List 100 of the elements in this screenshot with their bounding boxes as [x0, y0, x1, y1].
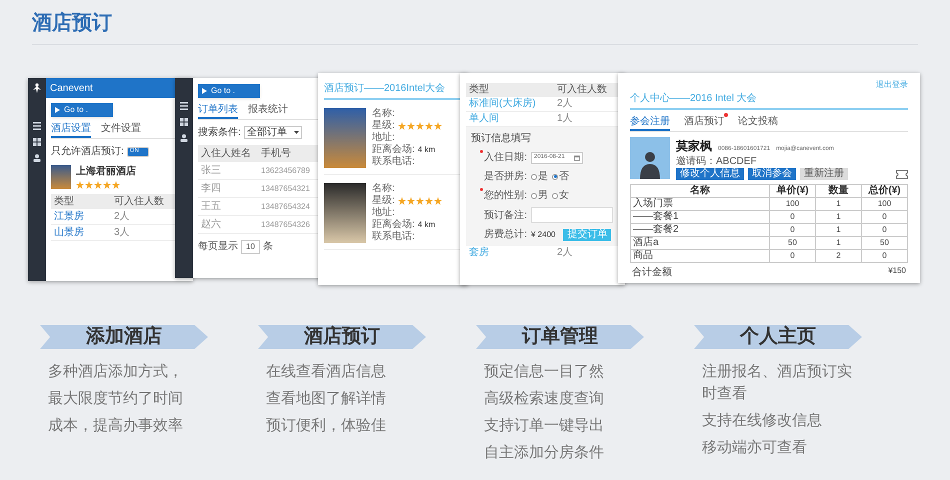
section-banner: 酒店预订	[258, 325, 426, 349]
table-cell: 酒店a	[631, 237, 770, 250]
field-label: 名称:	[372, 183, 395, 195]
play-icon	[55, 107, 60, 113]
table-cell: 0	[770, 250, 816, 263]
radio-option[interactable]: 是	[531, 169, 548, 184]
setting-label: 只允许酒店预订:	[51, 144, 124, 159]
action-button[interactable]: 取消参会	[748, 168, 796, 180]
tab[interactable]: 参会注册	[630, 115, 670, 131]
table-cell: 江景房	[51, 209, 111, 225]
feature-text: 移动端亦可查看	[702, 438, 808, 458]
table-cell: 赵六	[198, 216, 258, 234]
required-icon	[480, 150, 484, 153]
tab[interactable]: 酒店设置	[51, 122, 91, 138]
feature-text: 预定信息一目了然	[484, 362, 605, 382]
feature-text: 多种酒店添加方式，	[48, 362, 184, 382]
page-title: 酒店预订	[32, 10, 112, 36]
table-header: 类型	[51, 194, 111, 209]
field-label: 地址:	[372, 132, 395, 144]
table-cell: 1	[816, 198, 862, 211]
table-cell: 0	[770, 211, 816, 224]
goto-button[interactable]: Go to .	[51, 103, 113, 117]
table-cell-text: 2人	[556, 246, 574, 260]
feature-text: 注册报名、酒店预订实时查看	[702, 362, 853, 404]
field-label: 名称:	[372, 108, 395, 120]
table-cell: 张三	[198, 162, 258, 180]
table-header: 类型	[466, 83, 554, 97]
field-label: 联系电话:	[372, 156, 415, 168]
pager-unit: 条	[262, 240, 273, 254]
table-header: 可入住人数	[554, 83, 619, 97]
required-icon	[480, 188, 484, 191]
feature-text: 成本，提高办事效率	[48, 416, 184, 436]
field-label: 地址:	[372, 207, 395, 218]
feature-text: 查看地图了解详情	[266, 389, 387, 409]
table-header: 入住人姓名	[198, 145, 258, 162]
table-cell: 100	[770, 198, 816, 211]
section-title: 个人中心——2016 Intel 大会	[630, 91, 908, 110]
field-label: 入住日期:	[484, 150, 527, 165]
person-silhouette-icon	[639, 149, 661, 179]
feature-text: 在线查看酒店信息	[266, 362, 387, 382]
radio-option[interactable]: 否	[552, 169, 569, 184]
textarea-field[interactable]	[531, 207, 613, 223]
table-cell: 100	[862, 198, 908, 211]
table-cell: ——套餐2	[631, 224, 770, 237]
tab[interactable]: 酒店预订	[684, 115, 724, 131]
caret-icon	[294, 131, 299, 134]
photo-placeholder	[324, 183, 366, 243]
field-label: 房费总计:	[484, 228, 527, 242]
table-cell: 1	[816, 237, 862, 250]
table-cell: ——套餐1	[631, 211, 770, 224]
total-label: 合计金额	[632, 266, 672, 280]
table-cell: 50	[770, 237, 816, 250]
table-header: 名称	[631, 185, 770, 198]
table-cell: 标准间(大床房)	[466, 97, 554, 112]
dropdown[interactable]: 全部订单	[244, 126, 302, 139]
table-cell: 1	[816, 211, 862, 224]
page-size-dropdown[interactable]: 10	[241, 240, 260, 254]
form-title: 预订信息填写	[471, 132, 532, 146]
table-cell: 2	[816, 250, 862, 263]
field-label: 预订备注:	[484, 208, 527, 222]
user-name: 莫家枫	[676, 138, 712, 155]
play-icon	[202, 88, 207, 94]
tab[interactable]: 报表统计	[248, 103, 288, 119]
goto-button[interactable]: Go to .	[198, 84, 260, 98]
table-cell: 0	[862, 224, 908, 237]
table-cell-text: 套房	[468, 246, 490, 260]
field-label: 联系电话:	[372, 231, 415, 243]
feature-text: 最大限度节约了时间	[48, 389, 184, 409]
search-label: 搜索条件:	[198, 126, 241, 140]
grid-icon	[33, 138, 41, 146]
tab[interactable]: 订单列表	[198, 103, 238, 119]
action-button[interactable]: 修改个人信息	[676, 168, 744, 180]
table-cell: 王五	[198, 198, 258, 216]
distance-value: 4 km	[418, 144, 436, 156]
table-cell: 0	[770, 224, 816, 237]
feature-text: 高级检索速度查询	[484, 389, 605, 409]
ticket-icon	[896, 170, 908, 178]
section-banner: 添加酒店	[40, 325, 208, 349]
table-cell: 山景房	[51, 225, 111, 241]
calendar-icon	[574, 154, 580, 160]
photo-placeholder	[51, 164, 71, 188]
table-header: 单价(¥)	[770, 185, 816, 198]
tab[interactable]: 论文投稿	[738, 115, 778, 131]
tab[interactable]: 文件设置	[101, 122, 141, 138]
feature-text: 预订便利，体验佳	[266, 416, 387, 436]
table-cell: 入场门票	[631, 198, 770, 211]
list-icon	[180, 102, 188, 110]
distance-value: 4 km	[418, 219, 436, 231]
invite-code: 邀请码：ABCDEF	[676, 156, 758, 167]
grid-icon	[180, 118, 188, 126]
radio-option[interactable]: 女	[552, 188, 569, 203]
field-label: 您的性别:	[484, 188, 527, 203]
field-label: 是否拼房:	[484, 170, 527, 184]
table-cell: 0	[862, 250, 908, 263]
radio-option[interactable]: 男	[531, 188, 548, 203]
photo-placeholder	[324, 108, 366, 168]
feature-text: 支持在线修改信息	[702, 411, 823, 431]
pager-label: 每页显示	[198, 240, 238, 254]
total-value: ¥150	[888, 265, 906, 277]
table-cell: 1	[816, 224, 862, 237]
